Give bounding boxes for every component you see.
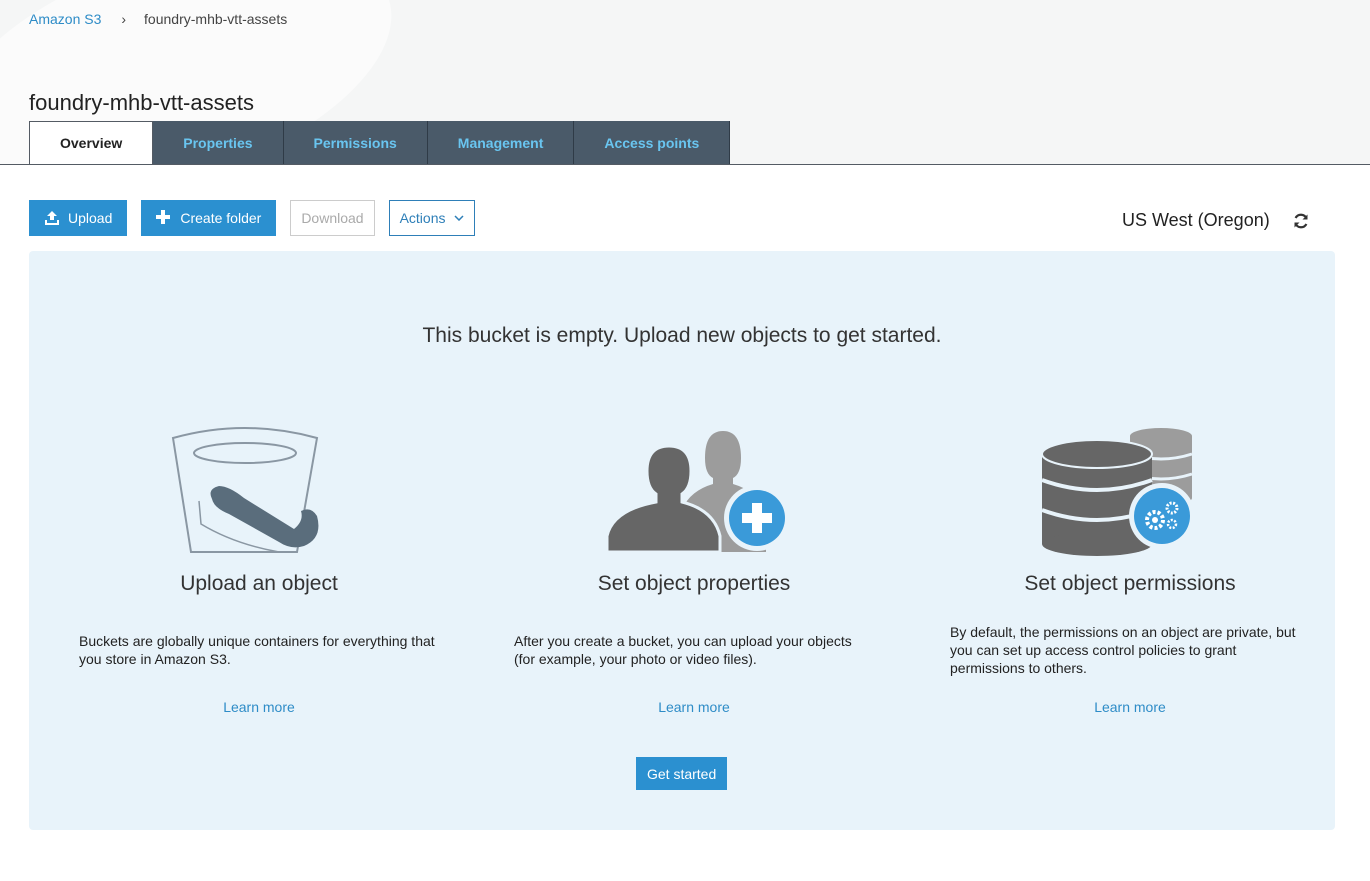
refresh-icon[interactable] [1292,212,1310,230]
feature-upload-object-title: Upload an object [180,572,338,595]
empty-bucket-heading: This bucket is empty. Upload new objects… [422,324,942,347]
feature-set-object-permissions: Set object permissions By default, the p… [950,426,1310,715]
empty-bucket-panel: This bucket is empty. Upload new objects… [29,251,1335,830]
upload-icon [44,210,60,226]
tab-access-points[interactable]: Access points [574,121,731,164]
breadcrumb-current: foundry-mhb-vtt-assets [144,11,288,27]
region-label: US West (Oregon) [1122,210,1270,230]
page-header: Amazon S3 › foundry-mhb-vtt-assets found… [0,0,1370,165]
plus-icon [156,210,172,226]
page-title: foundry-mhb-vtt-assets [29,89,254,115]
toolbar: Upload Create folder Download Actions [29,200,475,236]
feature-set-object-permissions-title: Set object permissions [1024,572,1236,595]
create-folder-button[interactable]: Create folder [141,200,277,236]
upload-button[interactable]: Upload [29,200,128,236]
learn-more-properties-link[interactable]: Learn more [514,699,874,715]
feature-set-object-properties: Set object properties After you create a… [514,426,874,715]
bucket-icon [79,426,439,556]
download-button[interactable]: Download [290,200,375,236]
feature-set-object-properties-description: After you create a bucket, you can uploa… [514,633,852,667]
feature-set-object-properties-title: Set object properties [597,572,791,595]
breadcrumb-amazon-s3-link[interactable]: Amazon S3 [29,11,101,27]
feature-set-object-permissions-description: By default, the permissions on an object… [950,624,1296,676]
tab-properties[interactable]: Properties [153,121,284,164]
breadcrumb: Amazon S3 › foundry-mhb-vtt-assets [29,11,287,27]
chevron-down-icon [453,215,464,221]
tab-bar: Overview Properties Permissions Manageme… [29,121,731,164]
feature-upload-object: Upload an object Buckets are globally un… [79,426,439,715]
users-add-icon [514,426,874,556]
actions-dropdown[interactable]: Actions [388,200,475,236]
learn-more-upload-link[interactable]: Learn more [79,699,439,715]
tab-overview[interactable]: Overview [29,121,154,164]
upload-button-label: Upload [68,210,113,226]
actions-dropdown-label: Actions [399,210,446,226]
create-folder-button-label: Create folder [180,210,262,226]
tab-management[interactable]: Management [427,121,575,164]
get-started-button[interactable]: Get started [636,757,728,790]
database-settings-icon [950,426,1310,556]
tab-permissions[interactable]: Permissions [283,121,428,164]
feature-upload-object-description: Buckets are globally unique containers f… [79,633,435,667]
breadcrumb-separator: › [121,11,127,27]
learn-more-permissions-link[interactable]: Learn more [950,699,1310,715]
